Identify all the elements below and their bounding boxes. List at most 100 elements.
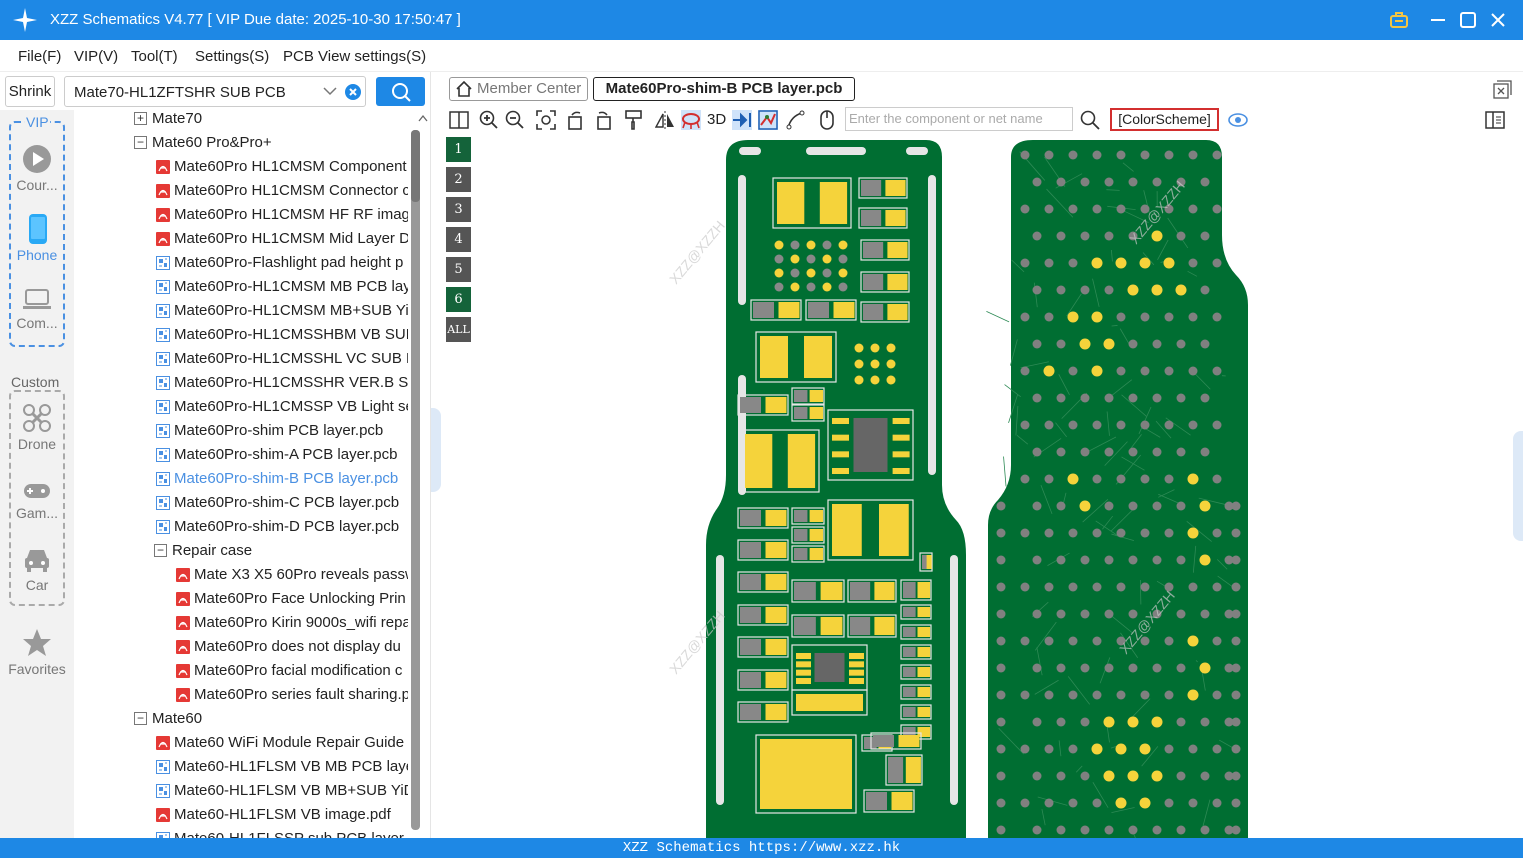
- scroll-thumb[interactable]: [411, 130, 420, 202]
- pdf-icon: [176, 688, 190, 702]
- close-button[interactable]: [1485, 7, 1511, 33]
- rail-item-label: Com...: [16, 315, 58, 331]
- pad: [1128, 825, 1138, 835]
- rail-item-car[interactable]: Car: [5, 546, 69, 593]
- mirror-icon[interactable]: [655, 110, 675, 130]
- pad: [1044, 636, 1054, 646]
- collapse-icon[interactable]: −: [134, 712, 147, 725]
- category-rail: VIP Cour... Phone Com... Custom Drone Ga…: [0, 110, 74, 838]
- pin-arrow-icon[interactable]: [732, 110, 752, 130]
- tab-member-center[interactable]: Member Center: [449, 77, 588, 101]
- pad: [1212, 474, 1222, 484]
- layer-button-6[interactable]: 6: [446, 287, 471, 312]
- rail-item-phone[interactable]: Phone: [5, 214, 69, 263]
- rail-item-favorites[interactable]: Favorites: [5, 628, 69, 677]
- pad: [1091, 257, 1103, 269]
- rotate-right-icon[interactable]: [593, 110, 613, 130]
- measure-icon[interactable]: [786, 110, 806, 130]
- menu-settings[interactable]: Settings(S): [195, 48, 269, 65]
- pad: [996, 555, 1006, 565]
- search-button[interactable]: [376, 77, 425, 106]
- 3d-view-button[interactable]: 3D: [707, 111, 726, 128]
- shrink-button[interactable]: Shrink: [5, 76, 55, 107]
- pad: [1044, 690, 1054, 700]
- layer-button-3[interactable]: 3: [446, 197, 471, 222]
- pdf-icon: [156, 736, 170, 750]
- zoom-in-icon[interactable]: [479, 110, 499, 130]
- pad: [1140, 312, 1150, 322]
- watermark-text: XZZ@XZZH: [666, 217, 728, 286]
- component-pad: [765, 639, 787, 655]
- pad: [1164, 636, 1174, 646]
- eye-icon[interactable]: [1228, 110, 1248, 130]
- right-collapse-handle[interactable]: [1513, 431, 1523, 541]
- pad: [1080, 609, 1090, 619]
- component-pad: [885, 180, 906, 196]
- pad: [1080, 285, 1090, 295]
- layer-button-4[interactable]: 4: [446, 227, 471, 252]
- pad: [1056, 609, 1066, 619]
- zoom-out-icon[interactable]: [505, 110, 525, 130]
- pad: [996, 501, 1006, 511]
- maximize-button[interactable]: [1455, 7, 1481, 33]
- search-icon[interactable]: [1080, 110, 1100, 130]
- component-pad: [903, 627, 916, 637]
- close-tabs-icon[interactable]: [1493, 80, 1512, 99]
- minimize-button[interactable]: [1425, 7, 1451, 33]
- collapse-handle[interactable]: [431, 408, 441, 492]
- ic-pin: [892, 468, 910, 474]
- chevron-down-icon[interactable]: [323, 86, 337, 96]
- component-pad: [765, 542, 787, 558]
- layer-button-5[interactable]: 5: [446, 257, 471, 282]
- collapse-icon[interactable]: −: [154, 544, 167, 557]
- pad: [1092, 204, 1102, 214]
- laptop-icon: [23, 289, 51, 309]
- menu-file[interactable]: File(F): [18, 48, 61, 65]
- rail-item-label: Favorites: [8, 661, 66, 677]
- pad: [1151, 230, 1163, 242]
- component-search-input[interactable]: Enter the component or net name: [845, 107, 1073, 131]
- layer-button-all[interactable]: ALL: [446, 317, 471, 342]
- vip-group-label: VIP: [25, 114, 50, 130]
- rail-item-courses[interactable]: Cour...: [5, 144, 69, 193]
- split-view-icon[interactable]: [449, 110, 469, 130]
- tab-active-pcb[interactable]: Mate60Pro-shim-B PCB layer.pcb: [593, 77, 855, 101]
- pcb-drawing[interactable]: XZZ@XZZHXZZ@XZZHXZZ@XZZHXZZ@XZZH: [476, 135, 1523, 838]
- pcb-canvas[interactable]: XZZ@XZZH XZZ@XZZH XZZ@XZZH XZZ@XZZH: [476, 135, 1523, 838]
- fit-view-icon[interactable]: [536, 110, 556, 130]
- mouse-icon[interactable]: [817, 110, 837, 130]
- component-pad: [887, 304, 908, 320]
- menu-pcb-view-settings[interactable]: PCB View settings(S): [283, 48, 426, 65]
- layer-button-1[interactable]: 1: [446, 137, 471, 162]
- search-input[interactable]: Mate70-HL1ZFTSHR SUB PCB: [64, 76, 366, 107]
- pad: [1032, 501, 1042, 511]
- rail-item-game[interactable]: Gam...: [5, 480, 69, 521]
- color-scheme-button[interactable]: [ColorScheme]: [1110, 108, 1219, 131]
- tree-item-label: Mate60Pro HL1CMSM Mid Layer D: [174, 230, 408, 247]
- component-pad: [874, 617, 895, 635]
- panel-toggle-icon[interactable]: [1485, 110, 1505, 130]
- clear-icon[interactable]: [345, 84, 361, 100]
- pad: [1056, 285, 1066, 295]
- pad: [1212, 150, 1222, 160]
- pad: [1176, 447, 1186, 457]
- panel-splitter[interactable]: [430, 72, 442, 838]
- vip-bag-icon[interactable]: [1386, 7, 1412, 33]
- menu-tool[interactable]: Tool(T): [131, 48, 178, 65]
- net-highlight-icon[interactable]: [681, 110, 701, 130]
- tree-scrollbar[interactable]: [408, 110, 430, 838]
- pad: [1231, 636, 1241, 646]
- rotate-left-icon[interactable]: [566, 110, 586, 130]
- pad: [1020, 474, 1030, 484]
- menu-vip[interactable]: VIP(V): [74, 48, 118, 65]
- expand-icon[interactable]: +: [134, 112, 147, 125]
- layer-button-2[interactable]: 2: [446, 167, 471, 192]
- bga-ball: [774, 268, 784, 278]
- rail-item-drone[interactable]: Drone: [5, 403, 69, 452]
- scroll-up-icon[interactable]: [418, 114, 428, 122]
- net-trace-icon[interactable]: [758, 110, 778, 130]
- rail-item-computer[interactable]: Com...: [5, 286, 69, 331]
- pad: [1231, 717, 1241, 727]
- paint-icon[interactable]: [624, 110, 644, 130]
- collapse-icon[interactable]: −: [134, 136, 147, 149]
